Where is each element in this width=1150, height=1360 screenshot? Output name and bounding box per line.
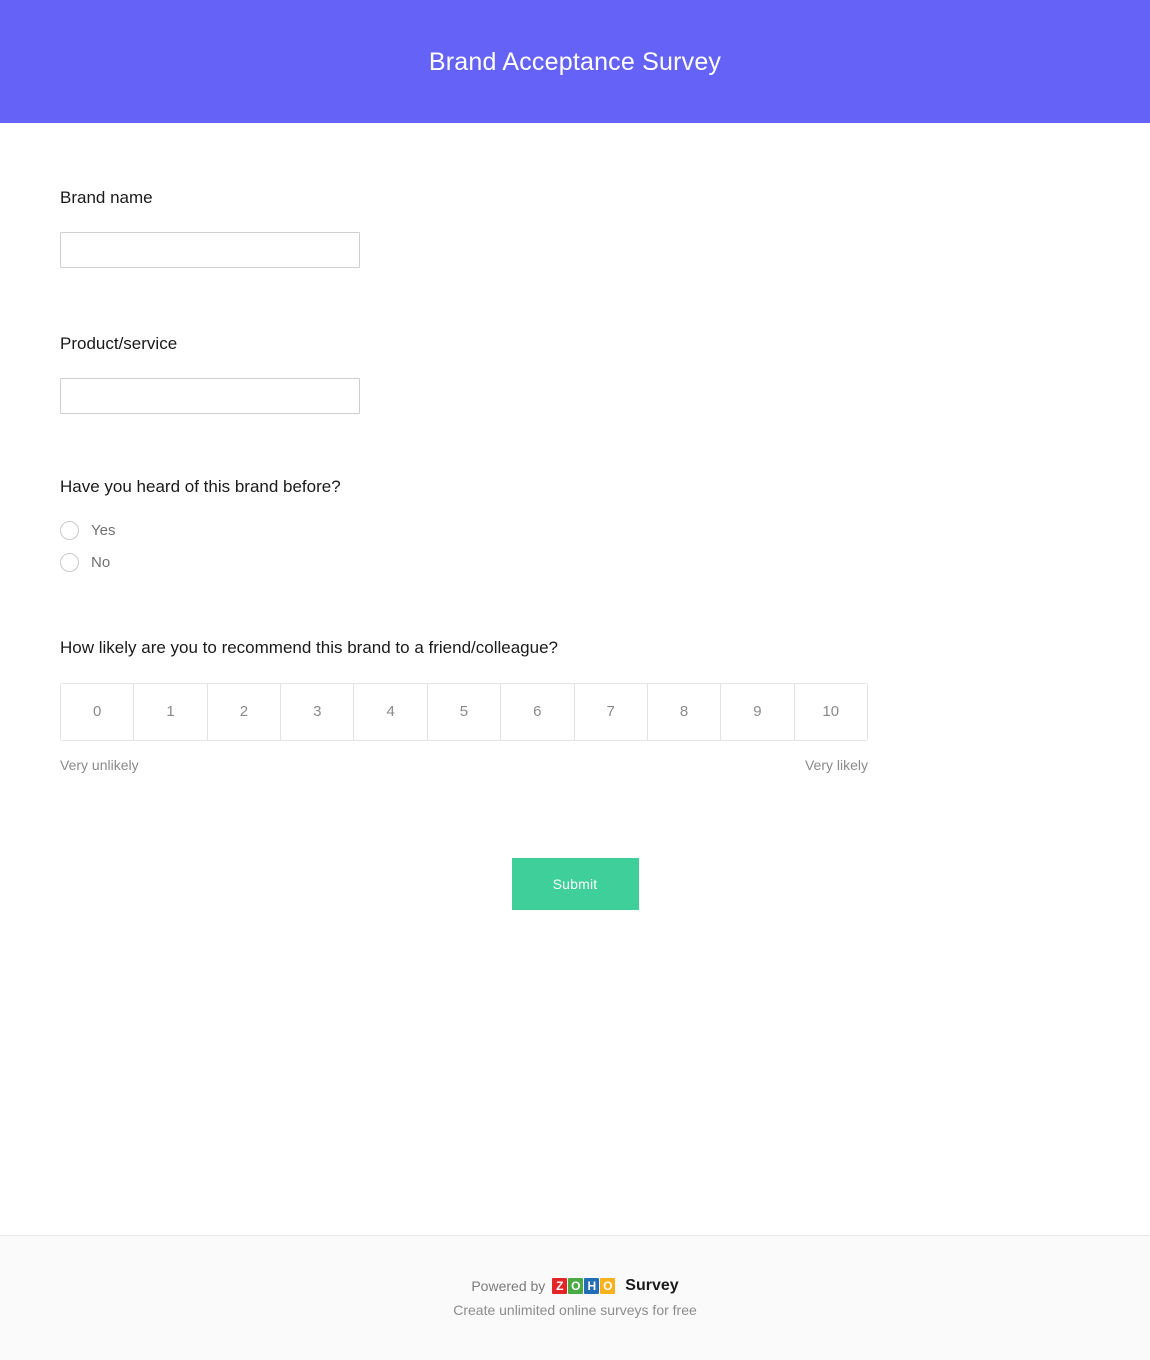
nps-cell-10[interactable]: 10 <box>794 683 867 740</box>
question-heard-of-brand: Have you heard of this brand before? Yes… <box>60 414 1090 572</box>
survey-page: Brand Acceptance Survey Brand name Produ… <box>0 0 1150 1360</box>
survey-header: Brand Acceptance Survey <box>0 0 1150 123</box>
question-label-brand-name: Brand name <box>60 188 153 207</box>
zoho-logo-icon: Z O H O <box>552 1278 616 1294</box>
question-recommend-likelihood: How likely are you to recommend this bra… <box>60 572 1090 773</box>
footer-tagline: Create unlimited online surveys for free <box>453 1302 697 1318</box>
zoho-survey-wordmark: Survey <box>625 1277 679 1294</box>
nps-cell-5[interactable]: 5 <box>427 683 502 740</box>
zoho-tile-o2: O <box>600 1278 616 1294</box>
submit-button[interactable]: Submit <box>511 857 639 910</box>
radio-circle-icon[interactable] <box>60 520 79 540</box>
radio-label-yes: Yes <box>91 521 116 539</box>
nps-cell-6[interactable]: 6 <box>501 683 575 740</box>
brand-name-input[interactable] <box>60 231 360 268</box>
radio-group-heard-of-brand: Yes No <box>60 520 1090 572</box>
question-label-recommend-likelihood: How likely are you to recommend this bra… <box>60 637 558 657</box>
zoho-tile-o1: O <box>568 1278 584 1294</box>
zoho-tile-h: H <box>584 1278 600 1294</box>
nps-anchors: Very unlikely Very likely <box>60 757 868 773</box>
nps-cell-0[interactable]: 0 <box>61 683 135 740</box>
zoho-tile-z: Z <box>552 1278 568 1294</box>
nps-cell-2[interactable]: 2 <box>207 683 282 740</box>
nps-scale-row: 0 1 2 3 4 5 6 7 8 9 10 <box>60 682 868 741</box>
question-brand-name: Brand name <box>60 123 1090 268</box>
radio-option-yes[interactable]: Yes <box>60 520 220 540</box>
submit-row: Submit <box>60 773 1090 910</box>
nps-scale: 0 1 2 3 4 5 6 7 8 9 10 Very unlikely Ver… <box>60 682 868 773</box>
nps-cell-4[interactable]: 4 <box>354 683 428 740</box>
question-label-heard-of-brand: Have you heard of this brand before? <box>60 476 341 496</box>
survey-form: Brand name Product/service Have you hear… <box>0 123 1150 910</box>
question-product-service: Product/service <box>60 268 1090 414</box>
radio-label-no: No <box>91 553 111 571</box>
nps-cell-9[interactable]: 9 <box>721 683 795 740</box>
survey-footer: Powered by Z O H O Survey Create unlimit… <box>0 1235 1150 1360</box>
nps-cell-8[interactable]: 8 <box>647 683 722 740</box>
survey-body: Brand name Product/service Have you hear… <box>0 123 1150 1235</box>
nps-cell-3[interactable]: 3 <box>281 683 355 740</box>
powered-by-row: Powered by Z O H O Survey <box>471 1277 679 1294</box>
nps-cell-7[interactable]: 7 <box>574 683 648 740</box>
question-label-product-service: Product/service <box>60 333 178 353</box>
nps-cell-1[interactable]: 1 <box>134 683 208 740</box>
radio-option-no[interactable]: No <box>60 552 220 572</box>
nps-anchor-right: Very likely <box>804 756 868 773</box>
product-service-input[interactable] <box>60 377 360 414</box>
nps-anchor-left: Very unlikely <box>60 756 139 773</box>
radio-circle-icon[interactable] <box>60 552 79 572</box>
page-title: Brand Acceptance Survey <box>428 47 722 76</box>
powered-by-label: Powered by <box>471 1278 546 1294</box>
